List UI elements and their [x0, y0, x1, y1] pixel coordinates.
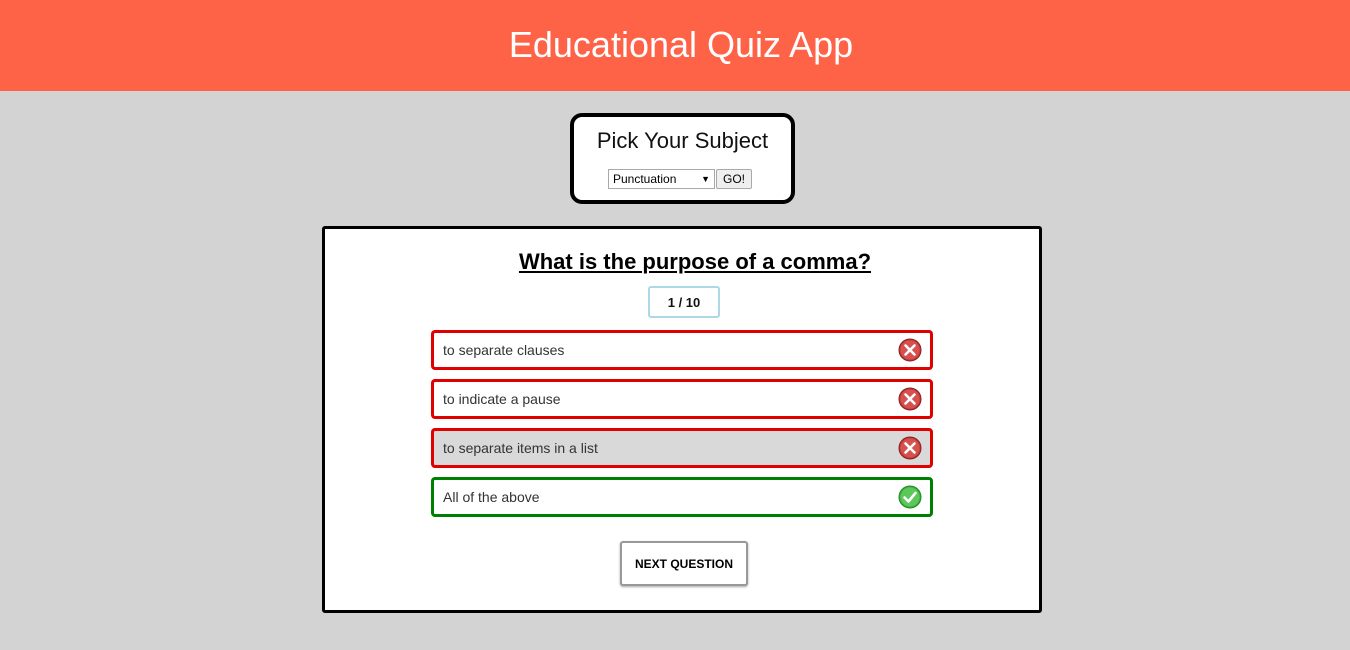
- x-icon: [898, 387, 922, 411]
- answer-option[interactable]: to separate clauses: [431, 330, 933, 370]
- answer-option[interactable]: to separate items in a list: [431, 428, 933, 468]
- answer-option-text: to separate items in a list: [443, 440, 598, 456]
- app-title: Educational Quiz App: [508, 23, 854, 65]
- subject-picker-controls: Punctuation ▼ GO!: [608, 169, 753, 189]
- answer-option-correct[interactable]: All of the above: [431, 477, 933, 517]
- dropdown-arrow-icon: ▼: [701, 174, 710, 184]
- question-progress: 1 / 10: [648, 286, 720, 318]
- go-button[interactable]: GO!: [716, 169, 753, 189]
- quiz-card: What is the purpose of a comma? 1 / 10 t…: [322, 226, 1042, 613]
- subject-picker-title: Pick Your Subject: [596, 128, 769, 153]
- next-question-button[interactable]: NEXT QUESTION: [620, 541, 748, 586]
- x-icon: [898, 338, 922, 362]
- subject-picker: Pick Your Subject Punctuation ▼ GO!: [570, 113, 795, 204]
- x-icon: [898, 436, 922, 460]
- question-title: What is the purpose of a comma?: [518, 249, 872, 274]
- answer-option[interactable]: to indicate a pause: [431, 379, 933, 419]
- app-header: Educational Quiz App: [0, 0, 1350, 91]
- answer-option-text: All of the above: [443, 489, 540, 505]
- answer-option-text: to separate clauses: [443, 342, 565, 358]
- subject-select-value: Punctuation: [613, 172, 677, 186]
- answer-option-text: to indicate a pause: [443, 391, 561, 407]
- check-icon: [898, 485, 922, 509]
- subject-select[interactable]: Punctuation ▼: [608, 169, 715, 189]
